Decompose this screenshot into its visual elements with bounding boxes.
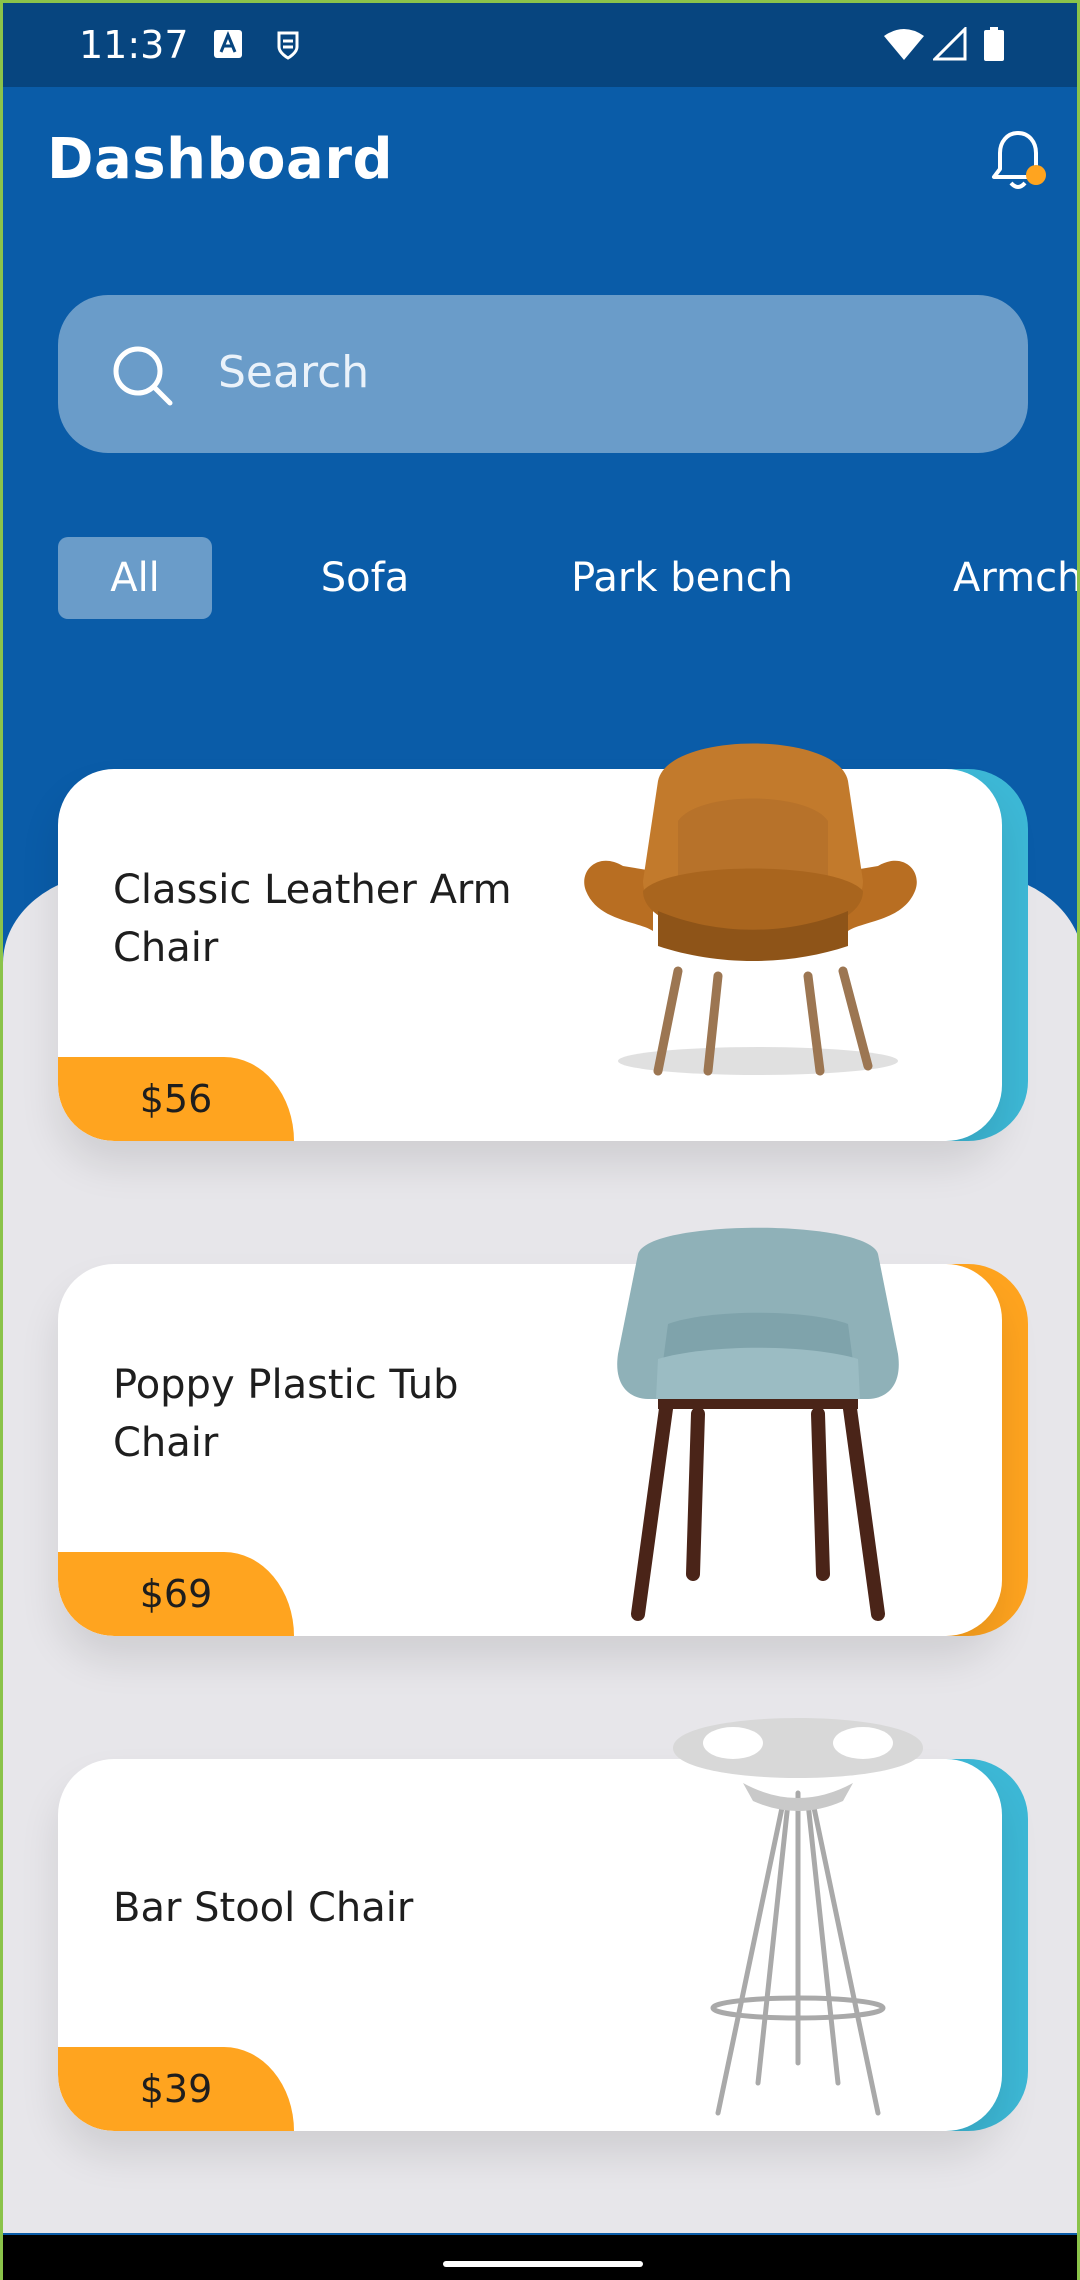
battery-icon: [984, 27, 1004, 61]
price-tag: $39: [58, 2047, 294, 2131]
product-name: Poppy Plastic Tub Chair: [113, 1362, 459, 1466]
armchair-image: [584, 743, 917, 1076]
product-card[interactable]: Bar Stool Chair $39: [58, 1718, 1028, 2131]
search-bar[interactable]: Search: [58, 295, 1028, 453]
sync-shield-icon: [277, 31, 299, 60]
product-price: $39: [139, 2067, 213, 2111]
category-tabs: All Sofa Park bench Armch: [3, 537, 1077, 621]
bell-icon[interactable]: [988, 129, 1048, 195]
cellular-icon: [933, 27, 967, 61]
tab-sofa[interactable]: Sofa: [303, 537, 427, 619]
status-time: 11:37: [79, 23, 189, 67]
tub-chair-image: [617, 1227, 899, 1621]
system-navigation-bar: [3, 2235, 1077, 2280]
search-icon: [113, 346, 173, 406]
product-price: $69: [139, 1572, 213, 1616]
notification-dot: [1026, 165, 1046, 185]
tab-all[interactable]: All: [58, 537, 212, 619]
price-tag: $56: [58, 1057, 294, 1141]
price-tag: $69: [58, 1552, 294, 1636]
tab-park-bench[interactable]: Park bench: [561, 537, 803, 619]
a-box-icon: [214, 30, 242, 58]
product-card[interactable]: Classic Leather Arm Chair $56: [58, 743, 1028, 1141]
bar-stool-image: [673, 1718, 923, 2116]
status-bar: 11:37: [3, 3, 1077, 87]
page-title: Dashboard: [47, 127, 394, 192]
product-price: $56: [139, 1077, 213, 1121]
product-name: Classic Leather Arm Chair: [113, 867, 512, 971]
home-gesture-handle[interactable]: [443, 2261, 643, 2267]
search-input[interactable]: Search: [218, 347, 369, 398]
wifi-icon: [884, 29, 924, 60]
product-name: Bar Stool Chair: [113, 1885, 414, 1931]
app-screen: 11:37 Dashboard Search All Sofa Park ben…: [0, 0, 1080, 2280]
tab-armchair[interactable]: Armch: [953, 537, 1077, 619]
product-card[interactable]: Poppy Plastic Tub Chair $69: [58, 1227, 1028, 1636]
